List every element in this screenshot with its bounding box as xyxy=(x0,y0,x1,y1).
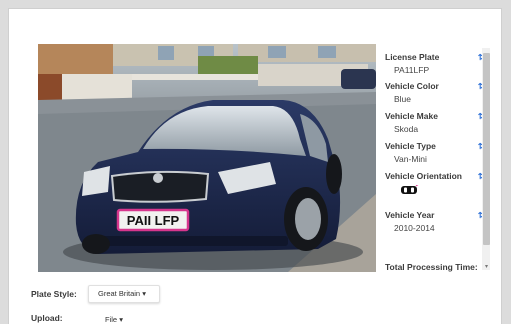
upload-label: Upload: xyxy=(31,313,63,323)
plate-style-value: Great Britain xyxy=(98,289,141,298)
field-value: Van-Mini xyxy=(394,154,427,164)
field-value: 2010-2014 xyxy=(394,223,435,233)
vehicle-photo: PAII LFP xyxy=(38,44,376,272)
result-vehicle-year: Vehicle Year 2010-2014 ⇅ xyxy=(385,210,485,233)
field-label: Vehicle Year xyxy=(385,210,435,220)
field-label: Vehicle Make xyxy=(385,111,438,121)
total-processing-time-label: Total Processing Time: xyxy=(385,262,478,272)
car-front-icon xyxy=(401,183,420,194)
field-label: Vehicle Type xyxy=(385,141,436,151)
results-panel: License Plate PA11LFP ⇅ Vehicle Color Bl… xyxy=(385,44,491,274)
result-license-plate: License Plate PA11LFP ⇅ xyxy=(385,52,485,75)
field-label: Vehicle Orientation xyxy=(385,171,462,181)
result-vehicle-make: Vehicle Make Skoda ⇅ xyxy=(385,111,485,134)
result-vehicle-type: Vehicle Type Van-Mini ⇅ xyxy=(385,141,485,164)
field-value: Skoda xyxy=(394,124,419,134)
field-label: License Plate xyxy=(385,52,440,62)
scroll-down-icon[interactable]: ▾ xyxy=(482,263,491,271)
chevron-down-icon: ▾ xyxy=(142,289,146,298)
upload-type-select[interactable]: File ▾ xyxy=(105,315,123,324)
upload-type-value: File xyxy=(105,315,118,324)
chevron-down-icon: ▾ xyxy=(119,315,123,324)
field-value: Blue xyxy=(394,94,412,104)
plate-style-dropdown[interactable]: Great Britain ▾ xyxy=(88,285,160,303)
scrollbar-thumb[interactable] xyxy=(483,53,490,245)
car-image: PAII LFP xyxy=(38,44,376,272)
plate-style-label: Plate Style: xyxy=(31,289,77,299)
result-vehicle-orientation: Vehicle Orientation ⇅ xyxy=(385,171,485,200)
field-label: Vehicle Color xyxy=(385,81,439,91)
result-vehicle-color: Vehicle Color Blue ⇅ xyxy=(385,81,485,104)
field-value: PA11LFP xyxy=(394,65,430,75)
main-card: PAII LFP License Plate PA11LFP ⇅ Vehicle… xyxy=(8,8,502,324)
license-plate-text: PAII LFP xyxy=(127,213,180,228)
